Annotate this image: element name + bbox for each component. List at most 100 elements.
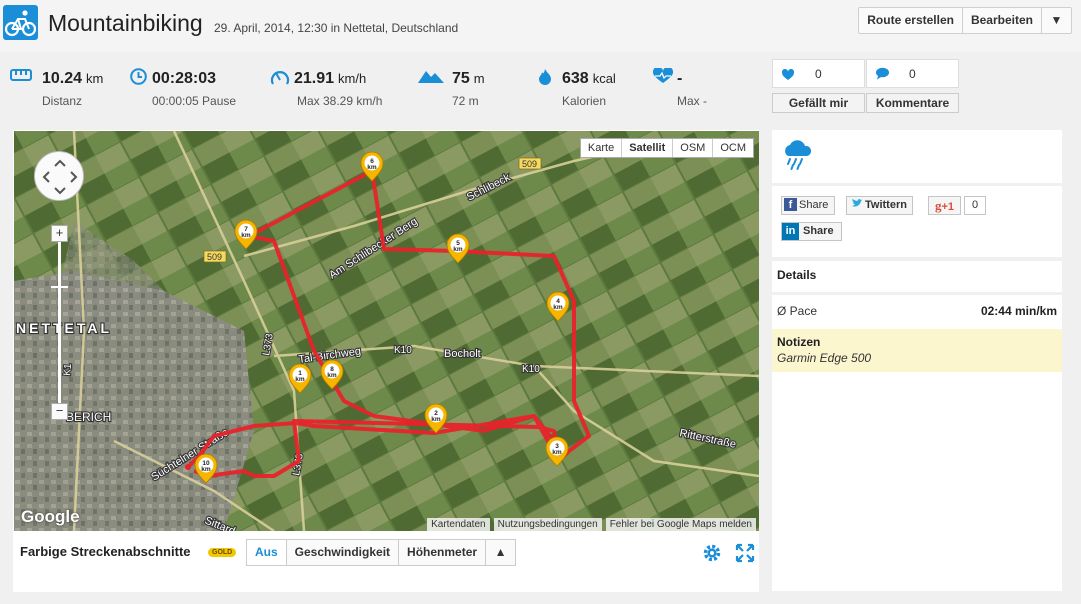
- svg-text:km: km: [241, 232, 251, 239]
- twitter-share-label: Twittern: [865, 199, 907, 211]
- share-panel: f Share Twittern g+1 0 in Share: [772, 186, 1062, 257]
- likes-count: 0: [815, 67, 822, 81]
- notes-text: Garmin Edge 500: [777, 351, 872, 365]
- map-type-karte[interactable]: Karte: [581, 139, 623, 157]
- report-error-link[interactable]: Fehler bei Google Maps melden: [605, 518, 756, 531]
- facebook-share-button[interactable]: f Share: [781, 196, 835, 215]
- linkedin-icon: in: [782, 223, 799, 240]
- activity-header: Mountainbiking 29. April, 2014, 12:30 in…: [0, 0, 1081, 52]
- elevation-value: 75: [452, 70, 470, 87]
- zoom-slider-handle[interactable]: [51, 286, 68, 288]
- map-type-osm[interactable]: OSM: [673, 139, 714, 157]
- map-type-satellit[interactable]: Satellit: [622, 139, 674, 157]
- facebook-icon: f: [784, 198, 797, 211]
- comments-counter: 0: [866, 59, 959, 88]
- calories-unit: kcal: [592, 71, 616, 86]
- segment-off-button[interactable]: Aus: [247, 540, 287, 565]
- stat-calories: 638 kcal Kalorien: [538, 60, 638, 120]
- terms-link[interactable]: Nutzungsbedingungen: [493, 518, 602, 531]
- create-route-button[interactable]: Route erstellen: [859, 8, 963, 33]
- map-type-ocm[interactable]: OCM: [713, 139, 753, 157]
- edit-button[interactable]: Bearbeiten: [963, 8, 1042, 33]
- stat-elevation: 75 m 72 m: [418, 60, 518, 120]
- pause-label: 00:00:05 Pause: [152, 94, 237, 108]
- map-road-badge-509-b: 509: [207, 252, 222, 262]
- stat-distance: 10.24 km Distanz: [10, 60, 120, 120]
- segment-elevation-button[interactable]: Höhenmeter: [399, 540, 487, 565]
- map-label-k1: K1: [62, 363, 74, 377]
- map-type-switcher: Karte Satellit OSM OCM: [579, 138, 754, 158]
- svg-text:km: km: [295, 376, 305, 383]
- map-attribution: Kartendaten Nutzungsbedingungen Fehler b…: [427, 518, 756, 531]
- svg-text:km: km: [552, 449, 562, 456]
- svg-text:km: km: [553, 304, 563, 311]
- gplus-label: +1: [941, 201, 955, 213]
- duration-value: 00:28:03: [152, 70, 217, 87]
- pace-value: 02:44 min/km: [980, 304, 1057, 318]
- fullscreen-icon[interactable]: [735, 543, 755, 568]
- calories-label: Kalorien: [562, 94, 607, 108]
- map-label-k10-b: K10: [522, 364, 540, 375]
- activity-title: Mountainbiking: [48, 10, 203, 36]
- details-heading: Details: [777, 268, 817, 282]
- weather-panel: [772, 130, 1062, 183]
- elevation-descent-label: 72 m: [452, 94, 479, 108]
- speed-unit: km/h: [338, 71, 367, 86]
- heart-rate-value: -: [677, 70, 683, 87]
- comments-count: 0: [909, 67, 916, 81]
- calories-value: 638: [562, 70, 589, 87]
- gplus-button[interactable]: g+1: [928, 196, 961, 215]
- clock-icon: [130, 68, 147, 90]
- svg-text:km: km: [201, 466, 211, 473]
- svg-text:km: km: [453, 246, 463, 253]
- distance-unit: km: [86, 71, 104, 86]
- map-label-bocholt: Bocholt: [444, 348, 481, 360]
- max-heart-rate-label: Max -: [677, 94, 707, 108]
- more-dropdown-button[interactable]: ▼: [1042, 8, 1071, 33]
- twitter-bird-icon: [851, 197, 863, 214]
- google-logo: Google: [21, 507, 80, 526]
- svg-text:km: km: [367, 164, 377, 171]
- like-button[interactable]: Gefällt mir: [772, 93, 865, 113]
- speed-value: 21.91: [294, 70, 335, 87]
- stats-bar: 10.24 km Distanz 00:28:03 00:00:05 Pause …: [0, 60, 765, 120]
- segment-color-bar: Farbige Streckenabschnitte GOLD Aus Gesc…: [13, 532, 759, 572]
- pan-arrows-icon: [42, 159, 78, 195]
- route-start-point: [185, 464, 191, 470]
- zoom-in-button[interactable]: +: [51, 225, 68, 242]
- notes-section: Notizen Garmin Edge 500: [772, 329, 1062, 372]
- mountain-icon: [418, 68, 444, 89]
- linkedin-share-label: Share: [803, 225, 834, 237]
- collapse-chart-button[interactable]: ▲: [486, 540, 516, 565]
- gold-badge: GOLD: [208, 548, 237, 557]
- satellite-map-canvas: NETTETAL BERICH Schlibeck Am Schlibecker…: [14, 131, 759, 531]
- zoom-out-button[interactable]: −: [51, 403, 68, 420]
- likes-counter: 0: [772, 59, 865, 88]
- segment-speed-button[interactable]: Geschwindigkeit: [286, 540, 400, 565]
- details-divider: [772, 292, 1062, 295]
- flame-icon: [538, 68, 552, 91]
- twitter-share-button[interactable]: Twittern: [846, 196, 913, 215]
- pace-label: Ø Pace: [777, 304, 818, 318]
- map-data-link[interactable]: Kartendaten: [427, 518, 490, 531]
- header-actions: Route erstellen Bearbeiten ▼: [858, 7, 1072, 34]
- segment-mode-switcher: Aus Geschwindigkeit Höhenmeter ▲: [246, 539, 517, 566]
- elevation-unit: m: [473, 71, 485, 86]
- map-label-berich: BERICH: [66, 410, 111, 424]
- gear-icon[interactable]: [702, 543, 722, 568]
- stat-duration: 00:28:03 00:00:05 Pause: [130, 60, 260, 120]
- map-road-badge-509-a: 509: [522, 159, 537, 169]
- heart-icon: [781, 68, 795, 86]
- notes-heading: Notizen: [777, 335, 821, 349]
- stat-speed: 21.91 km/h Max 38.29 km/h: [270, 60, 410, 120]
- map-panel: NETTETAL BERICH Schlibeck Am Schlibecker…: [13, 130, 759, 592]
- comment-button[interactable]: Kommentare: [866, 93, 959, 113]
- linkedin-share-button[interactable]: in Share: [781, 222, 842, 241]
- zoom-slider-track[interactable]: [58, 235, 61, 413]
- rain-cloud-icon: [781, 139, 813, 176]
- speech-bubble-icon: [875, 67, 890, 85]
- map-label-nettetal: NETTETAL: [16, 320, 112, 336]
- route-map[interactable]: NETTETAL BERICH Schlibeck Am Schlibecker…: [14, 131, 759, 531]
- pan-control[interactable]: [34, 151, 84, 201]
- details-panel: Details Ø Pace 02:44 min/km Notizen Garm…: [772, 261, 1062, 591]
